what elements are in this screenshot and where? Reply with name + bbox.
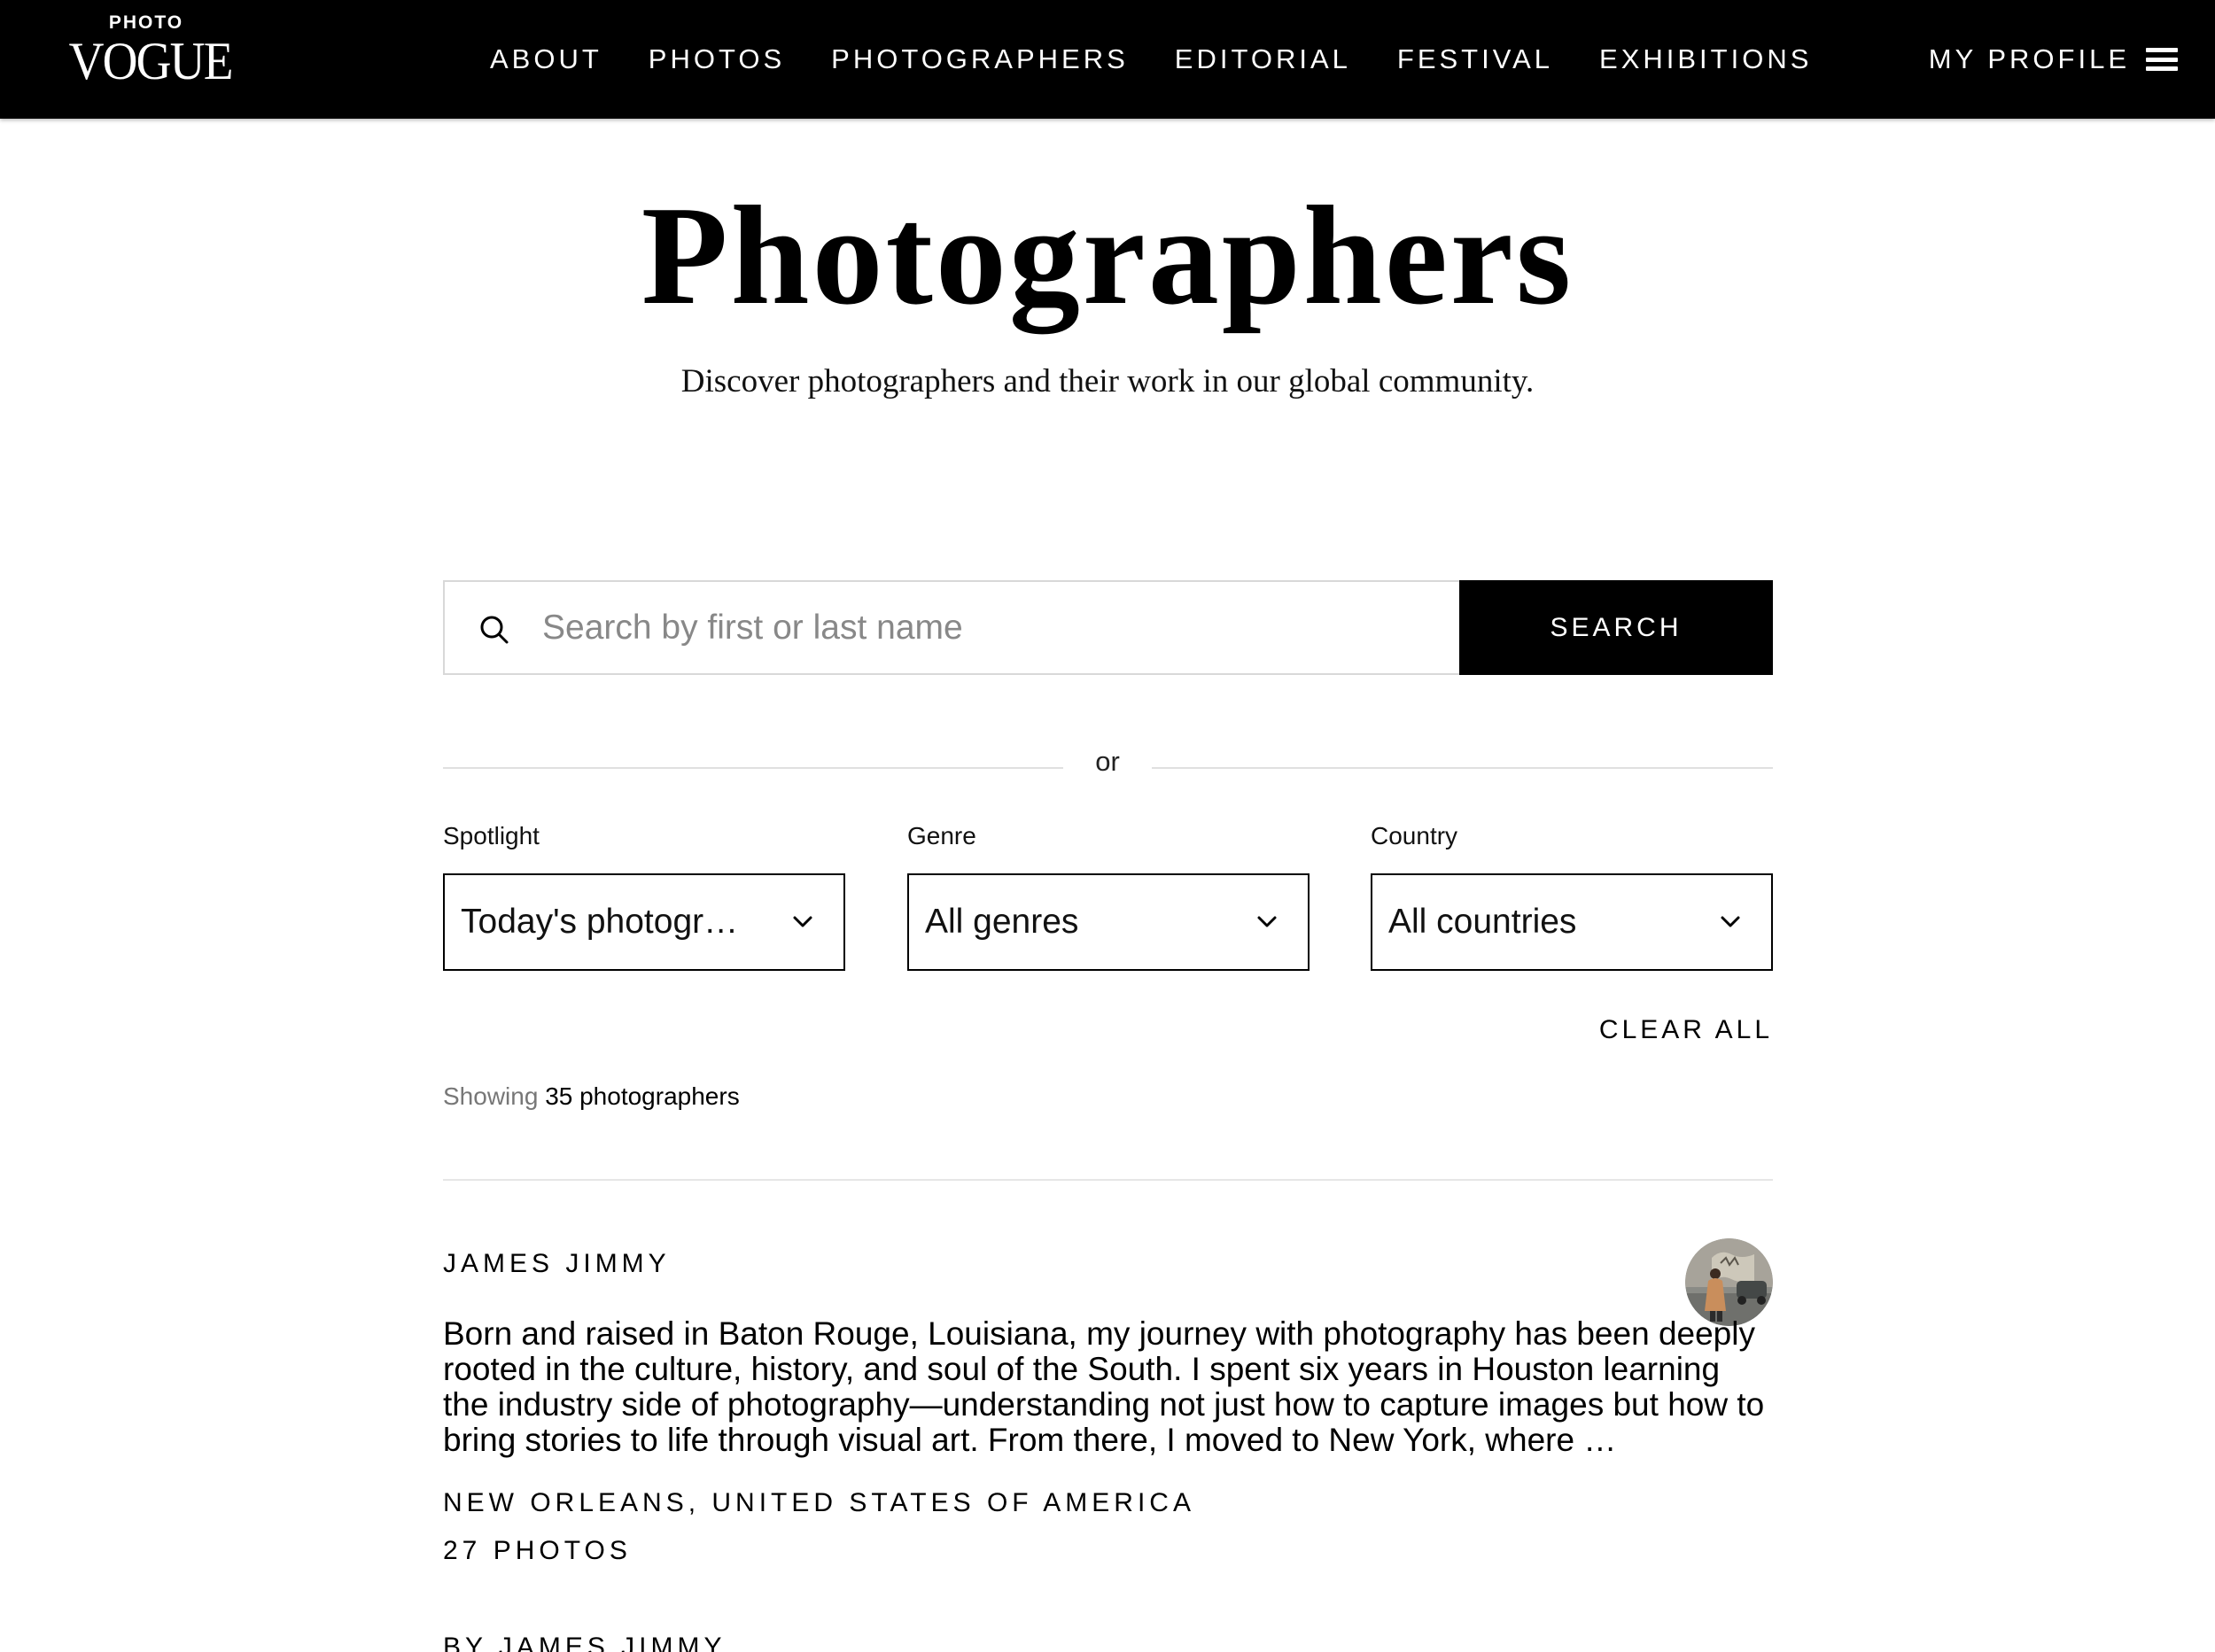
top-navbar: PHOTO VOGUE ABOUT PHOTOS PHOTOGRAPHERS E…	[0, 0, 2215, 119]
results-count-prefix: Showing	[443, 1082, 539, 1110]
nav-item-festival[interactable]: FESTIVAL	[1397, 43, 1553, 75]
country-select[interactable]: All countries	[1371, 873, 1773, 971]
chevron-down-icon	[1721, 916, 1740, 927]
photographer-location: NEW ORLEANS, UNITED STATES OF AMERICA	[443, 1488, 1195, 1517]
search-box	[443, 580, 1460, 675]
clear-all-button[interactable]: CLEAR ALL	[1595, 1015, 1773, 1045]
my-profile-link[interactable]: MY PROFILE	[1929, 43, 2130, 75]
or-divider-text: or	[1095, 746, 1120, 777]
results-count-value: 35 photographers	[545, 1082, 740, 1110]
spotlight-select[interactable]: Today's photogr…	[443, 873, 845, 971]
main-nav: ABOUT PHOTOS PHOTOGRAPHERS EDITORIAL FES…	[490, 0, 1858, 119]
nav-item-about[interactable]: ABOUT	[490, 43, 602, 75]
avatar-image	[1685, 1238, 1773, 1326]
logo-small-text: PHOTO	[108, 12, 184, 33]
genre-label: Genre	[907, 822, 976, 849]
photographer-bio-text: Born and raised in Baton Rouge, Louisian…	[443, 1316, 1765, 1458]
search-icon	[480, 616, 509, 644]
logo-big-text: VOGUE	[68, 32, 234, 90]
nav-item-editorial[interactable]: EDITORIAL	[1175, 43, 1351, 75]
results-count: Showing 35 photographers	[443, 1082, 740, 1111]
divider-line-left	[443, 767, 1063, 769]
photo-vogue-logo[interactable]: PHOTO VOGUE	[62, 12, 234, 92]
page-subtitle: Discover photographers and their work in…	[680, 363, 1535, 399]
chevron-down-icon	[793, 916, 812, 927]
photographer-by-line: BY JAMES JIMMY	[443, 1633, 727, 1652]
menu-icon-bar	[2146, 57, 2178, 62]
photographer-bio: Born and raised in Baton Rouge, Louisian…	[443, 1316, 1773, 1458]
menu-icon-bar	[2146, 48, 2178, 52]
photographer-photo-count[interactable]: 27 PHOTOS	[443, 1536, 632, 1566]
photographer-name[interactable]: JAMES JIMMY	[443, 1249, 671, 1279]
search-input[interactable]	[542, 584, 1428, 672]
spotlight-selected-value: Today's photogr…	[461, 903, 739, 941]
nav-item-exhibitions[interactable]: EXHIBITIONS	[1599, 43, 1812, 75]
search-button[interactable]: SEARCH	[1459, 580, 1773, 675]
country-selected-value: All countries	[1388, 903, 1577, 941]
menu-icon-bar	[2146, 66, 2178, 71]
spotlight-label: Spotlight	[443, 822, 540, 849]
page-title: Photographers	[641, 176, 1574, 334]
profile-menu-button[interactable]: MY PROFILE	[1929, 0, 2178, 119]
country-label: Country	[1371, 822, 1458, 849]
genre-select[interactable]: All genres	[907, 873, 1310, 971]
nav-item-photographers[interactable]: PHOTOGRAPHERS	[831, 43, 1129, 75]
photographer-avatar[interactable]	[1685, 1238, 1773, 1326]
genre-selected-value: All genres	[925, 903, 1079, 941]
divider-line-right	[1152, 767, 1773, 769]
nav-item-photos[interactable]: PHOTOS	[649, 43, 785, 75]
hamburger-menu-icon[interactable]	[2146, 48, 2178, 71]
chevron-down-icon	[1257, 916, 1277, 927]
results-divider	[443, 1179, 1773, 1181]
